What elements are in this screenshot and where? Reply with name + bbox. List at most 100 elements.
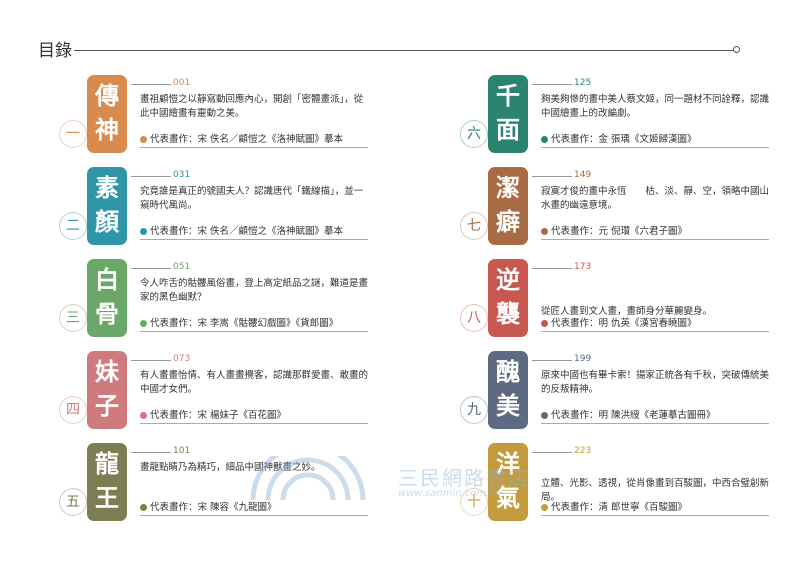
representative-work-text: 代表畫作：明 陳洪綬《老蓮摹古圖冊》 <box>551 410 716 421</box>
chapter-number: 三 <box>59 304 87 332</box>
bullet-dot <box>140 412 147 419</box>
chapter-tile: 素 顏 <box>87 167 127 245</box>
bullet-dot <box>140 504 147 511</box>
toc-entry-10[interactable]: 十 洋 氣 223 立體、光影、透視，從肖像畫到百駿圖，中西合璧創新局。 代表畫… <box>460 443 769 535</box>
chapter-title-char: 美 <box>496 391 520 420</box>
chapter-number: 八 <box>460 304 488 332</box>
representative-work: 代表畫作：宋 佚名／顧愷之《洛神賦圖》摹本 <box>140 223 368 240</box>
bullet-dot <box>541 228 548 235</box>
bullet-dot <box>140 228 147 235</box>
chapter-tile: 醜 美 <box>488 351 528 429</box>
representative-work-text: 代表畫作：宋 陳容《九龍圖》 <box>150 502 277 513</box>
page-number: 223 <box>574 446 592 456</box>
chapter-tile: 傳 神 <box>87 75 127 153</box>
page-number: 051 <box>173 262 191 272</box>
chapter-title-char: 骨 <box>95 299 119 328</box>
representative-work-text: 代表畫作：清 郎世寧《百駿圖》 <box>551 502 688 513</box>
page-number: 073 <box>173 354 191 364</box>
chapter-tile: 潔 癖 <box>488 167 528 245</box>
chapter-number: 四 <box>59 396 87 424</box>
page-number: 149 <box>574 170 592 180</box>
chapter-description: 令人咋舌的骷髏風俗畫，登上高定紙品之謎，難道是畫家的黑色幽默？ <box>140 278 369 303</box>
bullet-dot <box>541 412 548 419</box>
representative-work: 代表畫作：宋 李嵩《骷髏幻戲圖》《貨郎圖》 <box>140 315 368 332</box>
chapter-description: 寂寞才俊的畫中永恆 枯、淡、靜、空，領略中國山水畫的幽遠意境。 <box>541 186 770 211</box>
chapter-title-char: 素 <box>95 173 119 202</box>
page-leader-line <box>131 360 171 361</box>
representative-work: 代表畫作：明 仇英《漢宮春曉圖》 <box>541 315 769 332</box>
chapter-number: 六 <box>460 120 488 148</box>
toc-entry-6[interactable]: 六 千 面 125 夠美夠慘的畫中美人蔡文姬，同一題材不同詮釋，認識中國繪畫上的… <box>460 75 769 167</box>
chapter-title-char: 千 <box>496 81 520 110</box>
page-number: 101 <box>173 446 191 456</box>
page-leader-line <box>131 84 171 85</box>
chapter-tile: 龍 王 <box>87 443 127 521</box>
bullet-dot <box>541 136 548 143</box>
representative-work: 代表畫作：明 陳洪綬《老蓮摹古圖冊》 <box>541 407 769 424</box>
toc-entry-3[interactable]: 三 白 骨 051 令人咋舌的骷髏風俗畫，登上高定紙品之謎，難道是畫家的黑色幽默… <box>59 259 369 351</box>
toc-entry-9[interactable]: 九 醜 美 199 原來中國也有畢卡索！揚家正統各有千秋，突破傳統美的反叛精神。… <box>460 351 770 443</box>
chapter-title-char: 子 <box>95 391 119 420</box>
representative-work: 代表畫作：元 倪瓚《六君子圖》 <box>541 223 769 240</box>
chapter-number: 九 <box>460 396 488 424</box>
chapter-title-char: 逆 <box>496 265 520 294</box>
chapter-number: 一 <box>59 120 87 148</box>
page-leader-line <box>532 268 572 269</box>
chapter-title-char: 襲 <box>496 299 520 328</box>
chapter-tile: 千 面 <box>488 75 528 153</box>
representative-work-text: 代表畫作：元 倪瓚《六君子圖》 <box>551 226 688 237</box>
page-leader-line <box>532 84 572 85</box>
page-leader-line <box>131 176 171 177</box>
toc-entry-4[interactable]: 四 妹 子 073 有人畫畫怡情、有人畫畫攪客，認識那群愛畫、敢畫的中國才女們。… <box>59 351 369 443</box>
page-number: 173 <box>574 262 592 272</box>
chapter-description: 畫龍點睛乃為精巧，細品中國神獸畫之妙。 <box>140 462 321 473</box>
chapter-description: 究竟誰是真正的號國夫人？認識唐代「鐵線描」，並一窺時代風尚。 <box>140 186 364 211</box>
page-leader-line <box>131 452 171 453</box>
representative-work-text: 代表畫作：宋 佚名／顧愷之《洛神賦圖》摹本 <box>150 226 344 237</box>
page-leader-line <box>532 176 572 177</box>
chapter-title-char: 癖 <box>496 207 520 236</box>
chapter-title-char: 傳 <box>95 81 119 110</box>
page-number: 001 <box>173 78 191 88</box>
page-leader-line <box>532 452 572 453</box>
chapter-description: 原來中國也有畢卡索！揚家正統各有千秋，突破傳統美的反叛精神。 <box>541 370 770 395</box>
chapter-description: 畫祖顧愷之以靜寫動回應內心，開創「密體畫派」，從此中國繪畫有靈動之美。 <box>140 94 364 119</box>
chapter-title-char: 神 <box>95 115 119 144</box>
toc-entry-2[interactable]: 二 素 顏 031 究竟誰是真正的號國夫人？認識唐代「鐵線描」，並一窺時代風尚。… <box>59 167 368 259</box>
chapter-title-char: 洋 <box>496 449 520 478</box>
representative-work: 代表畫作：宋 楊妹子《百花圖》 <box>140 407 368 424</box>
chapter-title-char: 醜 <box>496 357 520 386</box>
header-rule <box>74 50 734 51</box>
chapter-tile: 妹 子 <box>87 351 127 429</box>
chapter-number: 十 <box>460 488 488 516</box>
chapter-number: 二 <box>59 212 87 240</box>
chapter-title-char: 龍 <box>95 449 119 478</box>
page-leader-line <box>532 360 572 361</box>
page-number: 031 <box>173 170 191 180</box>
toc-entry-5[interactable]: 五 龍 王 101 畫龍點睛乃為精巧，細品中國神獸畫之妙。 代表畫作：宋 陳容《… <box>59 443 368 535</box>
page-number: 125 <box>574 78 592 88</box>
chapter-title-char: 面 <box>496 115 520 144</box>
chapter-tile: 白 骨 <box>87 259 127 337</box>
representative-work-text: 代表畫作：宋 李嵩《骷髏幻戲圖》《貨郎圖》 <box>150 318 339 329</box>
chapter-title-char: 潔 <box>496 173 520 202</box>
chapter-title-char: 王 <box>95 483 119 512</box>
bullet-dot <box>140 320 147 327</box>
chapter-tile: 逆 襲 <box>488 259 528 337</box>
toc-entry-1[interactable]: 一 傳 神 001 畫祖顧愷之以靜寫動回應內心，開創「密體畫派」，從此中國繪畫有… <box>59 75 368 167</box>
representative-work: 代表畫作：清 郎世寧《百駿圖》 <box>541 499 769 516</box>
representative-work-text: 代表畫作：宋 佚名／顧愷之《洛神賦圖》摹本 <box>150 134 344 145</box>
header-rule-end-dot <box>733 46 740 53</box>
chapter-tile: 洋 氣 <box>488 443 528 521</box>
chapter-number: 五 <box>59 488 87 516</box>
page-title: 目錄 <box>38 41 72 61</box>
representative-work: 代表畫作：宋 陳容《九龍圖》 <box>140 499 368 516</box>
chapter-description: 有人畫畫怡情、有人畫畫攪客，認識那群愛畫、敢畫的中國才女們。 <box>140 370 369 395</box>
toc-entry-7[interactable]: 七 潔 癖 149 寂寞才俊的畫中永恆 枯、淡、靜、空，領略中國山水畫的幽遠意境… <box>460 167 770 259</box>
toc-entry-8[interactable]: 八 逆 襲 173 從匠人畫到文人畫，畫師身分華麗變身。 代表畫作：明 仇英《漢… <box>460 259 769 351</box>
bullet-dot <box>541 504 548 511</box>
page-leader-line <box>131 268 171 269</box>
representative-work: 代表畫作：金 張瑀《文姬歸漢圖》 <box>541 131 769 148</box>
chapter-title-char: 氣 <box>496 483 520 512</box>
chapter-title-char: 妹 <box>95 357 119 386</box>
